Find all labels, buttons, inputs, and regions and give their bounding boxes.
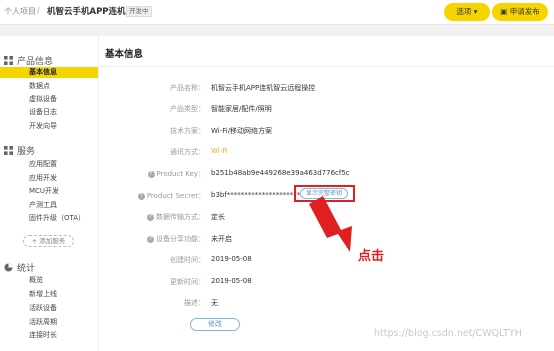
annotation-arrow bbox=[309, 196, 352, 252]
watermark-text: https://blog.csdn.net/CWQLTYH bbox=[374, 328, 522, 339]
